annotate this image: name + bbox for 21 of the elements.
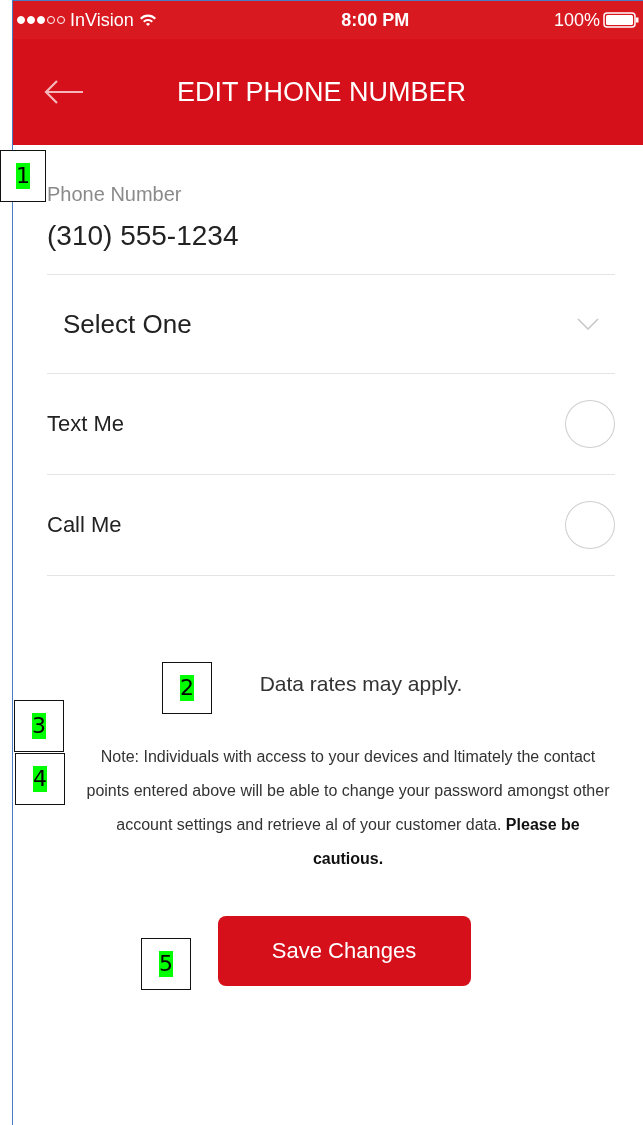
- phone-number-field[interactable]: (310) 555-1234: [47, 220, 615, 252]
- option-label: Call Me: [47, 512, 122, 538]
- page-title: EDIT PHONE NUMBER: [177, 76, 467, 108]
- wifi-icon: [138, 13, 157, 27]
- note-text: Note: Individuals with access to your devices and ltimately the contact points entered above will be able to change your password amongst other account settings and retrieve al of your customer data. Please be cautious.: [85, 747, 611, 869]
- carrier-name: InVision: [70, 9, 134, 31]
- field-label: Phone Number: [47, 183, 183, 206]
- back-arrow-icon[interactable]: [43, 79, 85, 105]
- callout-marker: 3: [14, 700, 64, 752]
- battery-percent: 100%: [553, 9, 600, 31]
- battery-icon: [603, 12, 639, 28]
- save-button[interactable]: Save Changes: [217, 916, 471, 986]
- callout-marker: 2: [162, 662, 212, 714]
- chevron-down-icon: [577, 318, 599, 330]
- option-label: Text Me: [47, 411, 125, 437]
- status-time: 8:00 PM: [341, 9, 410, 31]
- callout-marker: 4: [15, 753, 65, 805]
- data-rates-notice: Data rates may apply.: [259, 672, 463, 696]
- type-dropdown[interactable]: Select One: [47, 275, 615, 374]
- callout-marker: 5: [141, 938, 191, 990]
- callout-marker: 1: [0, 150, 46, 202]
